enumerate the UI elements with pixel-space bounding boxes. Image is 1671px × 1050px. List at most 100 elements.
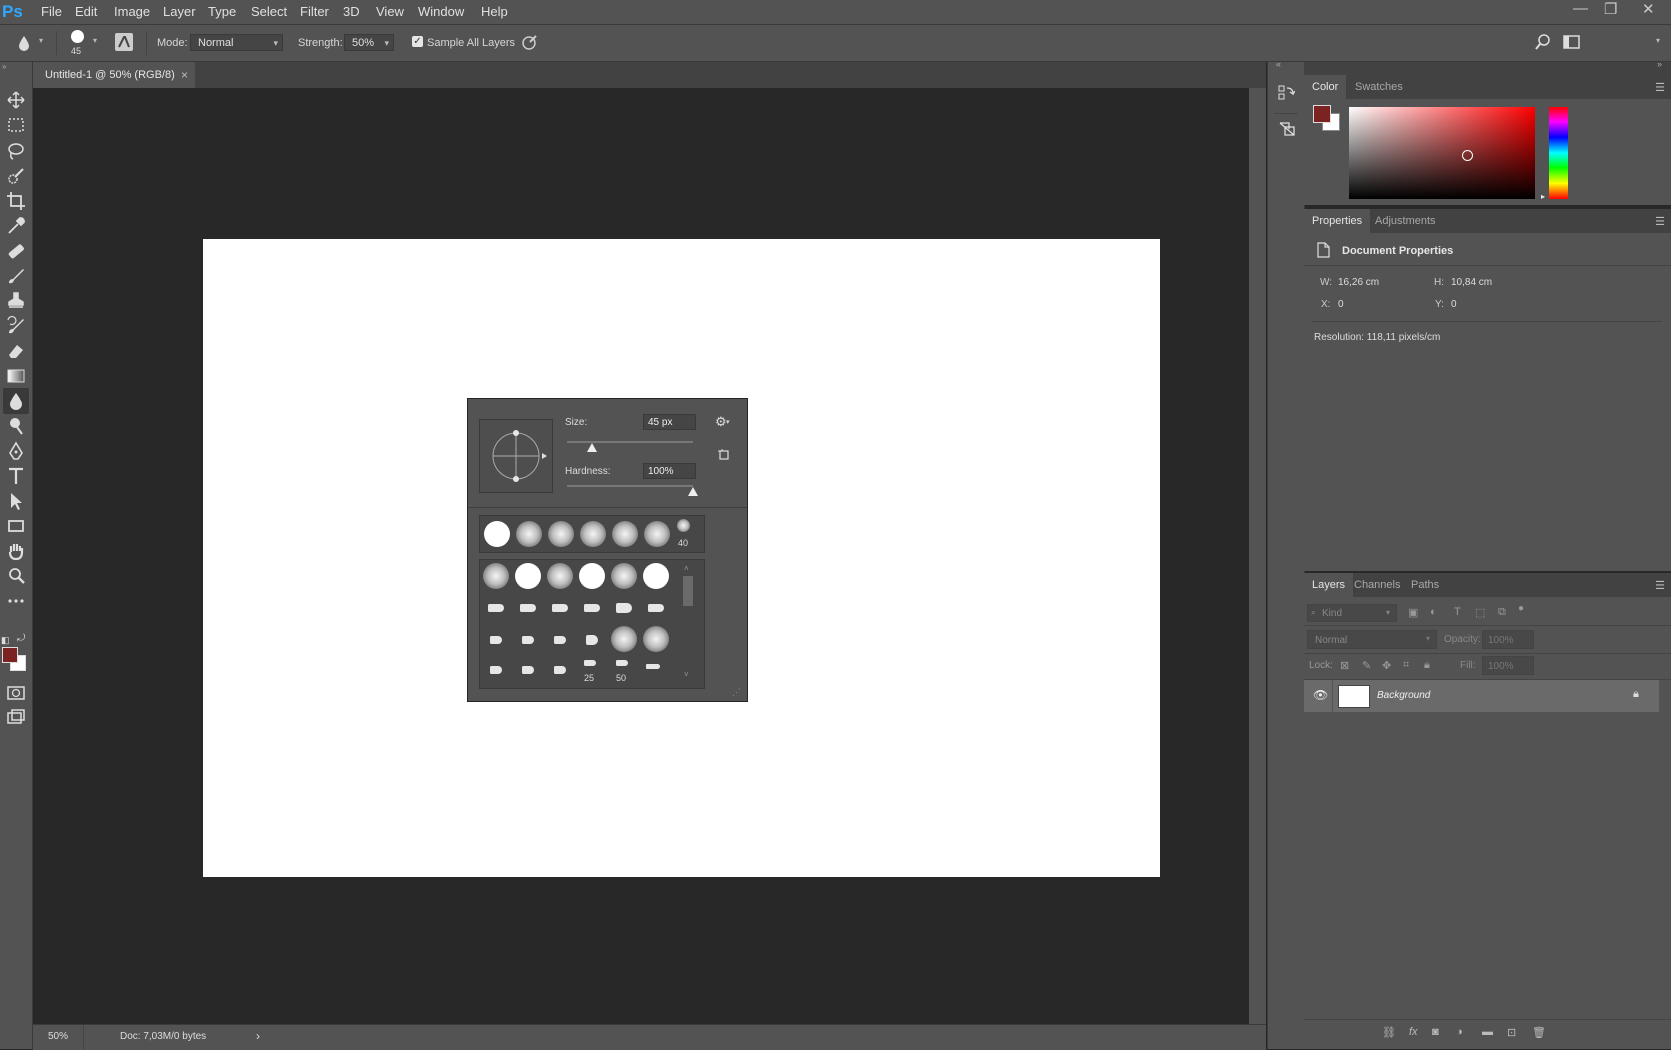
preset-brush-tip[interactable] [616, 603, 632, 613]
preset-brush-tip[interactable] [515, 563, 541, 589]
preset-brush-tip[interactable] [522, 636, 534, 644]
tab-color[interactable]: Color [1304, 75, 1347, 99]
collapse-arrows-icon[interactable]: » [1657, 59, 1662, 69]
hand-tool-icon[interactable] [5, 540, 27, 562]
menu-window[interactable]: Window [418, 4, 464, 19]
menu-3d[interactable]: 3D [343, 4, 360, 19]
new-group-icon[interactable]: ▬ [1482, 1026, 1493, 1038]
delete-layer-icon[interactable]: 🗑︎ [1532, 1026, 1546, 1039]
pen-tool-icon[interactable] [5, 440, 27, 462]
close-tab-icon[interactable]: × [181, 62, 188, 88]
default-colors-icon[interactable]: ◧ [1, 635, 10, 646]
dodge-tool-icon[interactable] [5, 415, 27, 437]
recent-brush-tip[interactable] [516, 521, 542, 547]
strength-input[interactable]: 50% ▾ [344, 34, 394, 51]
quick-mask-icon[interactable] [5, 682, 27, 704]
tab-properties[interactable]: Properties [1304, 209, 1371, 233]
preset-brush-tip[interactable] [483, 563, 509, 589]
marquee-tool-icon[interactable] [5, 114, 27, 136]
size-slider-thumb[interactable] [587, 443, 598, 452]
status-menu-arrow-icon[interactable]: › [256, 1029, 260, 1043]
filter-shape-icon[interactable]: ⬚ [1475, 606, 1485, 619]
history-panel-icon[interactable] [1277, 84, 1295, 102]
layer-row[interactable]: 👁︎ Background 🔒︎ [1304, 680, 1659, 712]
blur-tool-icon[interactable] [5, 390, 27, 412]
tab-swatches[interactable]: Swatches [1347, 75, 1411, 99]
tab-adjustments[interactable]: Adjustments [1367, 209, 1444, 233]
eyedropper-tool-icon[interactable] [5, 215, 27, 237]
menu-type[interactable]: Type [208, 4, 236, 19]
hardness-slider-track[interactable] [567, 485, 693, 487]
healing-brush-tool-icon[interactable] [5, 240, 27, 262]
brush-angle-preview[interactable] [479, 419, 553, 493]
opacity-input[interactable]: 100% [1482, 630, 1534, 649]
size-slider-track[interactable] [567, 441, 693, 443]
brush-panel-toggle-icon[interactable] [115, 33, 133, 51]
menu-filter[interactable]: Filter [300, 4, 329, 19]
search-icon[interactable] [1535, 34, 1551, 50]
preset-brush-tip[interactable] [586, 635, 598, 645]
lock-artboard-icon[interactable]: ⌗ [1403, 659, 1409, 672]
preset-brush-tip[interactable] [648, 604, 664, 612]
collapse-arrows-icon[interactable]: » [2, 62, 6, 71]
resize-grip-icon[interactable]: ⋰ [732, 687, 741, 698]
preset-brush-tip[interactable] [488, 604, 504, 612]
panel-menu-icon[interactable]: ☰ [1655, 215, 1665, 228]
filter-adjustment-icon[interactable]: ◐ [1430, 606, 1437, 618]
path-selection-tool-icon[interactable] [5, 490, 27, 512]
clone-stamp-tool-icon[interactable] [5, 290, 27, 312]
zoom-tool-icon[interactable] [5, 565, 27, 587]
document-tab[interactable]: Untitled-1 @ 50% (RGB/8) × [33, 62, 195, 88]
collapse-arrows-icon[interactable]: « [1276, 59, 1281, 69]
panel-menu-icon[interactable]: ☰ [1655, 579, 1665, 592]
lock-position-icon[interactable]: ✥ [1382, 659, 1391, 672]
add-mask-icon[interactable]: ◙ [1432, 1026, 1439, 1038]
recent-brush-tip[interactable] [612, 521, 638, 547]
link-layers-icon[interactable]: ⛓︎ [1382, 1026, 1396, 1039]
menu-view[interactable]: View [376, 4, 404, 19]
sample-all-layers-checkbox[interactable]: ✓ [412, 36, 423, 47]
restore-button[interactable]: ❐ [1604, 0, 1617, 18]
brush-preset-picker[interactable]: 45 [68, 29, 96, 57]
presets-scroll-thumb[interactable] [683, 576, 693, 606]
foreground-color-swatch[interactable] [2, 647, 18, 663]
zoom-level[interactable]: 50% [48, 1031, 68, 1042]
color-picker-cursor[interactable] [1462, 150, 1473, 161]
menu-file[interactable]: File [41, 4, 62, 19]
recent-brush-tip[interactable] [484, 521, 510, 547]
brush-tool-icon[interactable] [5, 265, 27, 287]
filter-smart-object-icon[interactable]: ⧉ [1498, 606, 1506, 619]
more-tools-icon[interactable] [5, 590, 27, 612]
hardness-slider-thumb[interactable] [688, 487, 698, 496]
recent-brush-tip[interactable] [548, 521, 574, 547]
rectangle-tool-icon[interactable] [5, 515, 27, 537]
gradient-tool-icon[interactable] [5, 365, 27, 387]
new-adjustment-layer-icon[interactable]: ◑ [1456, 1026, 1463, 1038]
preset-brush-tip[interactable] [554, 636, 566, 644]
layer-filter-select[interactable]: Kind [1307, 604, 1397, 622]
menu-layer[interactable]: Layer [163, 4, 196, 19]
move-tool-icon[interactable] [5, 89, 27, 111]
swap-colors-icon[interactable]: ⤾ [17, 633, 25, 644]
workspace-icon[interactable] [1563, 35, 1581, 49]
preset-brush-tip[interactable] [643, 626, 669, 652]
preset-brush-tip[interactable] [643, 563, 669, 589]
crop-tool-icon[interactable] [5, 190, 27, 212]
preset-brush-tip[interactable] [520, 604, 536, 612]
tab-channels[interactable]: Channels [1346, 573, 1408, 597]
new-preset-icon[interactable] [718, 449, 730, 461]
fill-input[interactable]: 100% [1482, 656, 1534, 675]
preset-brush-tip[interactable] [522, 666, 534, 674]
eraser-tool-icon[interactable] [5, 340, 27, 362]
lock-transparent-pixels-icon[interactable]: ⊠ [1340, 659, 1349, 672]
preset-brush-tip[interactable] [584, 660, 596, 666]
size-input[interactable]: 45 px [643, 414, 696, 430]
filter-type-icon[interactable]: T [1454, 606, 1461, 618]
lock-all-icon[interactable]: 🔒︎ [1424, 659, 1430, 672]
preset-brush-tip[interactable] [611, 626, 637, 652]
lock-image-pixels-icon[interactable]: ✎ [1362, 659, 1371, 672]
scroll-down-icon[interactable]: ˅ [684, 670, 689, 679]
preset-brush-tip[interactable] [552, 604, 568, 612]
clone-source-panel-icon[interactable] [1277, 120, 1297, 138]
preset-brush-tip[interactable] [490, 666, 502, 674]
